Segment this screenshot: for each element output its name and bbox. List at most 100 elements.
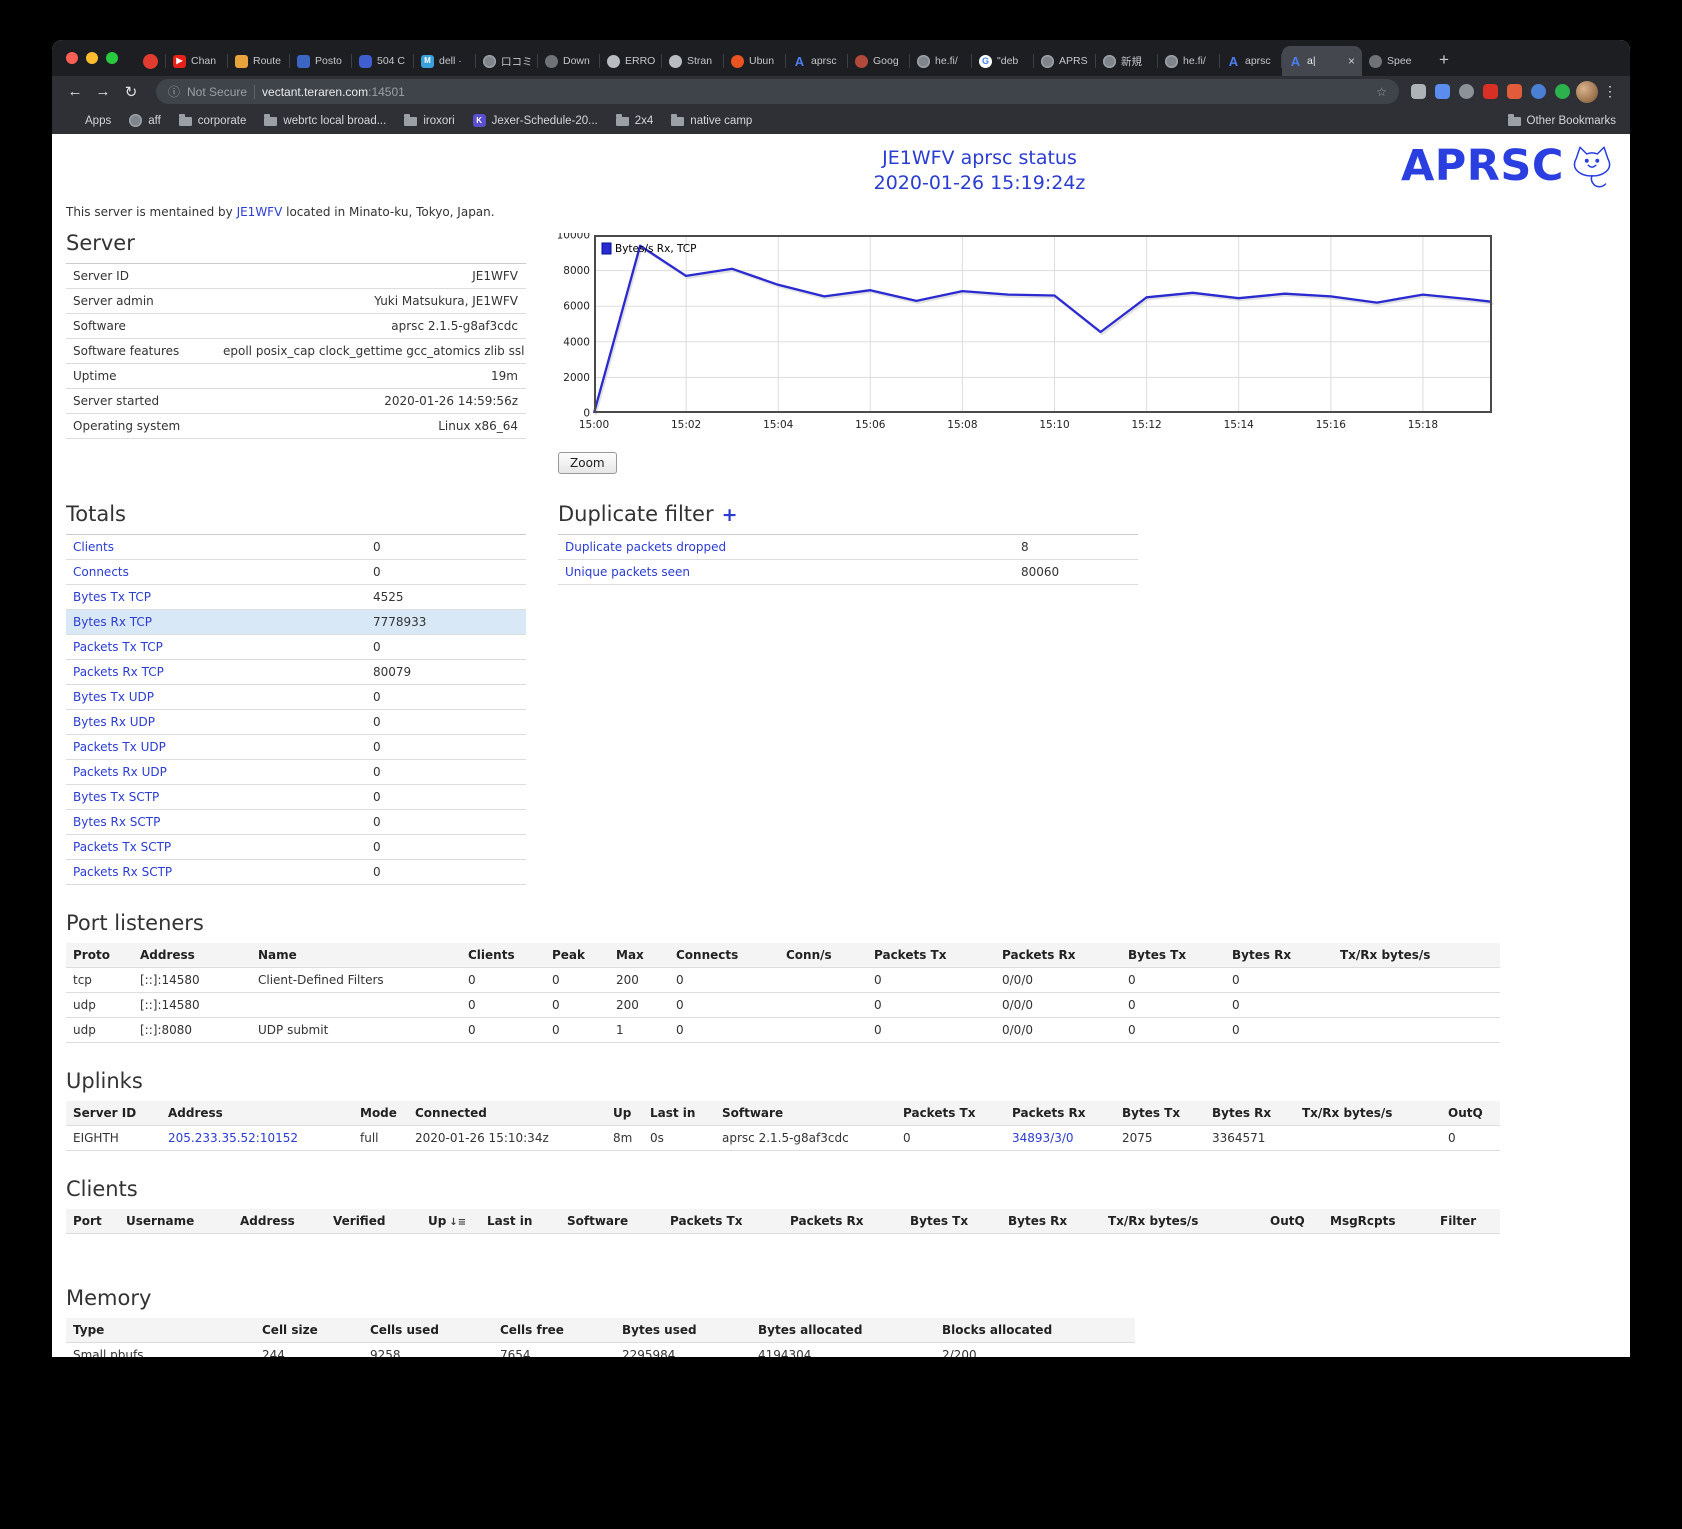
tab-aprsc[interactable]: Aaprsc (786, 46, 848, 76)
table-cell[interactable]: Bytes Rx UDP (66, 710, 366, 735)
tab-Chan[interactable]: ▶Chan (166, 46, 228, 76)
bookmark-webrtc-local-broad-[interactable]: webrtc local broad... (264, 115, 386, 127)
tab-close-icon[interactable]: × (1348, 55, 1355, 67)
tab-he.fi/[interactable]: he.fi/ (1158, 46, 1220, 76)
table-cell: 0 (366, 835, 526, 860)
browser-menu-icon[interactable]: ⋮ (1600, 83, 1620, 100)
extension-orange-grid[interactable] (1507, 84, 1522, 99)
bookmark-native-camp[interactable]: native camp (671, 115, 752, 127)
table-link[interactable]: Bytes Rx SCTP (73, 815, 160, 829)
table-link[interactable]: Bytes Rx UDP (73, 715, 155, 729)
bookmark-corporate[interactable]: corporate (179, 115, 247, 127)
close-window-button[interactable] (66, 52, 78, 64)
table-link[interactable]: Bytes Tx SCTP (73, 790, 159, 804)
table-link[interactable]: Packets Rx TCP (73, 665, 164, 679)
tab-504 C[interactable]: 504 C (352, 46, 414, 76)
chart-zoom-button[interactable]: Zoom (558, 452, 617, 474)
table-link[interactable]: Bytes Tx UDP (73, 690, 154, 704)
table-link[interactable]: Bytes Rx TCP (73, 615, 152, 629)
table-cell[interactable]: Clients (66, 535, 366, 560)
table-cell[interactable]: Bytes Tx SCTP (66, 785, 366, 810)
back-button[interactable]: ← (62, 83, 88, 100)
bookmark-star-icon[interactable]: ☆ (1376, 85, 1387, 99)
bookmark-label: aff (148, 115, 161, 127)
table-link[interactable]: 205.233.35.52:10152 (168, 1131, 298, 1145)
table-cell[interactable]: Packets Tx SCTP (66, 835, 366, 860)
extension-red[interactable] (1483, 84, 1498, 99)
tab-Posto[interactable]: Posto (290, 46, 352, 76)
table-cell: Small pbufs (66, 1343, 255, 1358)
extension-blue-person[interactable] (1435, 84, 1450, 99)
expand-duplicate-filter-link[interactable]: + (722, 504, 738, 526)
tab-Ubun[interactable]: Ubun (724, 46, 786, 76)
bookmark-iroxori[interactable]: iroxori (404, 115, 454, 127)
table-cell: aprsc 2.1.5-g8af3cdc (216, 314, 526, 339)
table-cell[interactable]: Packets Rx SCTP (66, 860, 366, 885)
table-cell[interactable]: Bytes Tx UDP (66, 685, 366, 710)
extension-green-circle[interactable] (1555, 84, 1570, 99)
new-tab-button[interactable]: + (1430, 46, 1458, 74)
tab-口コミ[interactable]: 口コミ (476, 46, 538, 76)
tab-ERRO[interactable]: ERRO (600, 46, 662, 76)
maximize-window-button[interactable] (106, 52, 118, 64)
bookmark-apps[interactable]: Apps (66, 114, 111, 127)
address-bar[interactable]: ⓘ Not Secure vectant.teraren.com:14501 ☆ (156, 79, 1399, 104)
table-link[interactable]: Bytes Tx TCP (73, 590, 151, 604)
other-bookmarks[interactable]: Other Bookmarks (1508, 115, 1616, 127)
table-link[interactable]: Packets Tx SCTP (73, 840, 171, 854)
tab-Goog[interactable]: Goog (848, 46, 910, 76)
table-link[interactable]: Packets Tx TCP (73, 640, 163, 654)
table-cell[interactable]: Bytes Tx TCP (66, 585, 366, 610)
folder-icon (616, 117, 629, 126)
tab-Route[interactable]: Route (228, 46, 290, 76)
table-cell[interactable]: Duplicate packets dropped (558, 535, 1014, 560)
table-cell (1333, 968, 1500, 993)
table-cell: [::]:14580 (133, 993, 251, 1018)
table-link[interactable]: Packets Rx UDP (73, 765, 167, 779)
table-link[interactable]: Duplicate packets dropped (565, 540, 726, 554)
tab-"deb[interactable]: G"deb (972, 46, 1034, 76)
table-link[interactable]: Clients (73, 540, 114, 554)
tab-dell ·[interactable]: Mdell · (414, 46, 476, 76)
tab-APRS[interactable]: APRS (1034, 46, 1096, 76)
table-cell[interactable]: Packets Rx TCP (66, 660, 366, 685)
table-row: Software featuresepoll posix_cap clock_g… (66, 339, 526, 364)
table-cell[interactable]: Packets Tx UDP (66, 735, 366, 760)
table-link[interactable]: 34893/3/0 (1012, 1131, 1074, 1145)
table-cell: 0 (366, 785, 526, 810)
bookmark-jexer-schedule-20-[interactable]: KJexer-Schedule-20... (473, 114, 598, 127)
tab-a|[interactable]: Aa|× (1282, 46, 1362, 76)
table-cell[interactable]: Connects (66, 560, 366, 585)
extension-gray[interactable] (1411, 84, 1426, 99)
forward-button[interactable]: → (90, 83, 116, 100)
extension-camera[interactable] (1459, 84, 1474, 99)
tab-新規[interactable]: 新規 (1096, 46, 1158, 76)
maintainer-link[interactable]: JE1WFV (237, 205, 283, 219)
tab-he.fi/[interactable]: he.fi/ (910, 46, 972, 76)
table-link[interactable]: Packets Rx SCTP (73, 865, 172, 879)
bookmark-aff[interactable]: aff (129, 114, 161, 127)
table-link[interactable]: Unique packets seen (565, 565, 690, 579)
minimize-window-button[interactable] (86, 52, 98, 64)
bookmark-2x4[interactable]: 2x4 (616, 115, 654, 127)
tab-Spee[interactable]: Spee (1362, 46, 1424, 76)
column-header-up[interactable]: Up↓≡ (421, 1209, 480, 1234)
tab-Stran[interactable]: Stran (662, 46, 724, 76)
table-cell[interactable]: Bytes Rx SCTP (66, 810, 366, 835)
table-link[interactable]: Packets Tx UDP (73, 740, 166, 754)
sort-icon[interactable]: ↓≡ (449, 1217, 466, 1228)
extension-blue-circle[interactable] (1531, 84, 1546, 99)
table-cell[interactable]: Packets Rx UDP (66, 760, 366, 785)
table-cell[interactable]: Bytes Rx TCP (66, 610, 366, 635)
table-cell[interactable]: Unique packets seen (558, 560, 1014, 585)
tab-aprsc[interactable]: Aaprsc (1220, 46, 1282, 76)
table-cell[interactable]: Packets Tx TCP (66, 635, 366, 660)
reload-button[interactable]: ↻ (118, 83, 144, 101)
profile-avatar[interactable] (1576, 81, 1598, 103)
table-cell[interactable]: 205.233.35.52:10152 (161, 1126, 353, 1151)
tab-Down[interactable]: Down (538, 46, 600, 76)
table-link[interactable]: Connects (73, 565, 129, 579)
table-cell[interactable]: 34893/3/0 (1005, 1126, 1115, 1151)
tab-red-dot[interactable] (134, 46, 166, 76)
site-info-icon[interactable]: ⓘ (168, 83, 180, 100)
